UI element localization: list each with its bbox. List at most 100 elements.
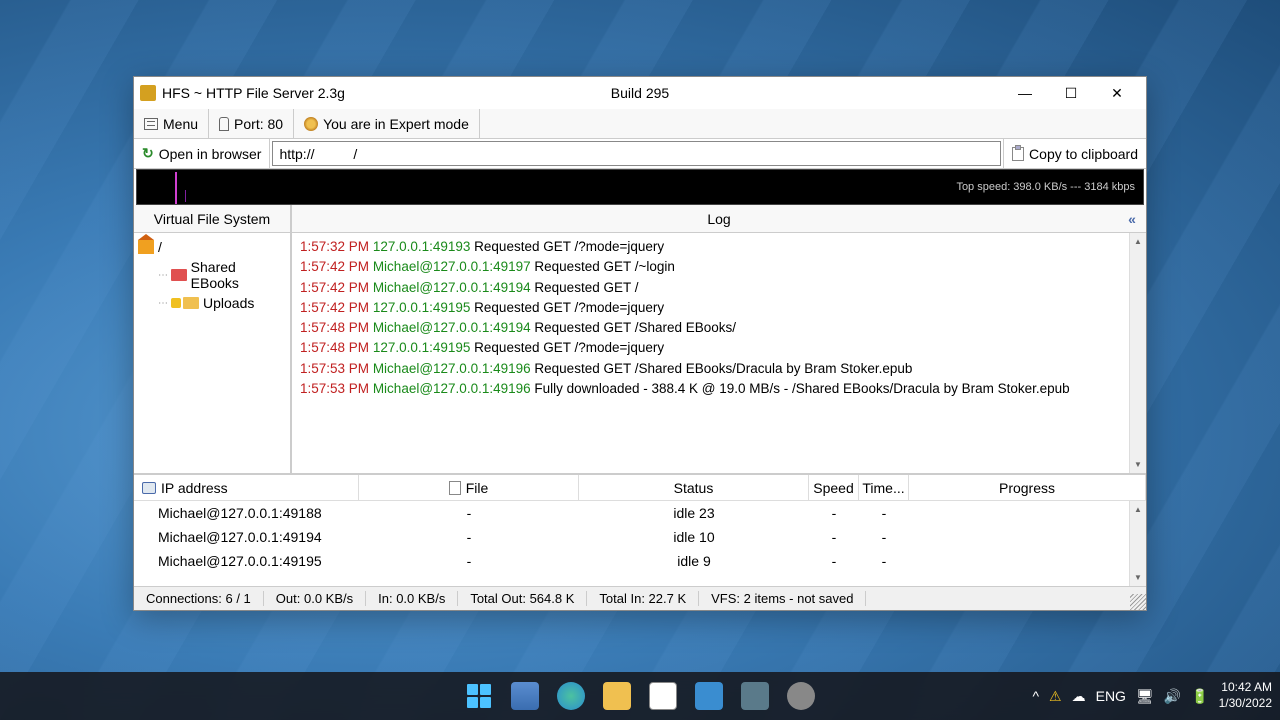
tray-network-icon[interactable]: 🖥 bbox=[1136, 688, 1154, 705]
tray-clock[interactable]: 10:42 AM 1/30/2022 bbox=[1219, 680, 1272, 711]
taskbar-app-hfs[interactable] bbox=[735, 676, 775, 716]
col-time[interactable]: Time... bbox=[859, 475, 909, 500]
vfs-item-shared-ebooks[interactable]: ⋯ Shared EBooks bbox=[138, 257, 286, 293]
tray-language[interactable]: ENG bbox=[1096, 688, 1126, 704]
status-vfs: VFS: 2 items - not saved bbox=[699, 591, 866, 606]
status-in: In: 0.0 KB/s bbox=[366, 591, 458, 606]
tray-onedrive-icon[interactable]: ⚠ bbox=[1049, 688, 1062, 705]
menu-button[interactable]: Menu bbox=[134, 109, 209, 138]
copy-clipboard-button[interactable]: Copy to clipboard bbox=[1003, 139, 1146, 168]
mode-button[interactable]: You are in Expert mode bbox=[294, 109, 480, 138]
url-bar: ↻ Open in browser Copy to clipboard bbox=[134, 139, 1146, 169]
hfs-window: HFS ~ HTTP File Server 2.3g Build 295 — … bbox=[133, 76, 1147, 611]
close-button[interactable]: ✕ bbox=[1094, 77, 1140, 109]
minimize-button[interactable]: — bbox=[1002, 77, 1048, 109]
connection-row[interactable]: Michael@127.0.0.1:49194-idle 10-- bbox=[134, 525, 1146, 549]
menu-icon bbox=[144, 118, 158, 130]
tray-volume-icon[interactable]: 🔊 bbox=[1164, 688, 1181, 705]
log-scrollbar[interactable] bbox=[1129, 233, 1146, 473]
connections-scrollbar[interactable] bbox=[1129, 501, 1146, 586]
connection-row[interactable]: Michael@127.0.0.1:49188-idle 23-- bbox=[134, 501, 1146, 525]
taskbar-app-mail[interactable] bbox=[689, 676, 729, 716]
taskbar-center bbox=[459, 676, 821, 716]
connections-panel: IP address File Status Speed Time... Pro… bbox=[134, 474, 1146, 586]
home-icon bbox=[138, 240, 154, 254]
connection-row[interactable]: Michael@127.0.0.1:49195-idle 9-- bbox=[134, 549, 1146, 573]
status-connections: Connections: 6 / 1 bbox=[134, 591, 264, 606]
log-header: Log « bbox=[292, 205, 1146, 233]
toolbar: Menu Port: 80 You are in Expert mode bbox=[134, 109, 1146, 139]
col-label: Status bbox=[674, 480, 714, 496]
log-content[interactable]: 1:57:32 PM 127.0.0.1:49193 Requested GET… bbox=[292, 233, 1146, 473]
graph-spike bbox=[185, 190, 186, 202]
col-label: Progress bbox=[999, 480, 1055, 496]
tray-date: 1/30/2022 bbox=[1219, 696, 1272, 712]
collapse-log-button[interactable]: « bbox=[1122, 209, 1142, 229]
log-line: 1:57:42 PM Michael@127.0.0.1:49197 Reque… bbox=[300, 257, 1138, 277]
col-file[interactable]: File bbox=[359, 475, 579, 500]
vfs-item-label: Uploads bbox=[203, 295, 254, 311]
log-line: 1:57:42 PM 127.0.0.1:49195 Requested GET… bbox=[300, 298, 1138, 318]
vfs-header: Virtual File System bbox=[134, 205, 290, 233]
col-status[interactable]: Status bbox=[579, 475, 809, 500]
log-panel: Log « 1:57:32 PM 127.0.0.1:49193 Request… bbox=[292, 205, 1146, 473]
status-out: Out: 0.0 KB/s bbox=[264, 591, 366, 606]
status-total-out: Total Out: 564.8 K bbox=[458, 591, 587, 606]
system-tray: ^ ⚠ ☁ ENG 🖥 🔊 🔋 10:42 AM 1/30/2022 bbox=[1032, 680, 1272, 711]
taskbar-app-taskview[interactable] bbox=[505, 676, 545, 716]
taskbar-app-store[interactable] bbox=[643, 676, 683, 716]
resize-grip[interactable] bbox=[1130, 594, 1146, 610]
port-label: Port: 80 bbox=[234, 116, 283, 132]
connections-rows[interactable]: Michael@127.0.0.1:49188-idle 23--Michael… bbox=[134, 501, 1146, 586]
taskbar-app-settings[interactable] bbox=[781, 676, 821, 716]
log-header-label: Log bbox=[707, 211, 730, 227]
windows-icon bbox=[467, 684, 491, 708]
col-label: Speed bbox=[813, 480, 853, 496]
vfs-root-label: / bbox=[158, 239, 162, 255]
tree-line-icon: ⋯ bbox=[158, 270, 167, 281]
port-icon bbox=[219, 117, 229, 131]
port-button[interactable]: Port: 80 bbox=[209, 109, 294, 138]
col-label: File bbox=[466, 480, 489, 496]
taskbar-app-edge[interactable] bbox=[551, 676, 591, 716]
open-browser-label: Open in browser bbox=[159, 146, 262, 162]
folder-icon bbox=[171, 269, 187, 281]
graph-readout: Top speed: 398.0 KB/s --- 3184 kbps bbox=[956, 181, 1135, 193]
copy-label: Copy to clipboard bbox=[1029, 146, 1138, 162]
app-icon bbox=[140, 85, 156, 101]
vfs-item-label: Shared EBooks bbox=[191, 259, 286, 291]
url-input[interactable] bbox=[272, 141, 1001, 166]
monitor-icon bbox=[142, 482, 156, 494]
maximize-button[interactable]: ☐ bbox=[1048, 77, 1094, 109]
tray-battery-icon[interactable]: 🔋 bbox=[1191, 688, 1208, 705]
col-label: IP address bbox=[161, 480, 228, 496]
col-speed[interactable]: Speed bbox=[809, 475, 859, 500]
vfs-root-item[interactable]: / bbox=[138, 237, 286, 257]
col-progress[interactable]: Progress bbox=[909, 475, 1146, 500]
taskbar-app-explorer[interactable] bbox=[597, 676, 637, 716]
connections-headers: IP address File Status Speed Time... Pro… bbox=[134, 475, 1146, 501]
log-line: 1:57:48 PM Michael@127.0.0.1:49194 Reque… bbox=[300, 318, 1138, 338]
status-bar: Connections: 6 / 1 Out: 0.0 KB/s In: 0.0… bbox=[134, 586, 1146, 610]
open-browser-button[interactable]: ↻ Open in browser bbox=[134, 139, 270, 168]
arrow-icon: ↻ bbox=[142, 145, 154, 162]
vfs-tree[interactable]: / ⋯ Shared EBooks ⋯ Uploads bbox=[134, 233, 290, 473]
tray-chevron-icon[interactable]: ^ bbox=[1032, 688, 1039, 704]
col-ip-address[interactable]: IP address bbox=[134, 475, 359, 500]
mode-label: You are in Expert mode bbox=[323, 116, 469, 132]
titlebar[interactable]: HFS ~ HTTP File Server 2.3g Build 295 — … bbox=[134, 77, 1146, 109]
tray-time: 10:42 AM bbox=[1219, 680, 1272, 696]
menu-label: Menu bbox=[163, 116, 198, 132]
file-icon bbox=[449, 481, 461, 495]
tree-line-icon: ⋯ bbox=[158, 298, 167, 309]
build-label: Build 295 bbox=[611, 85, 669, 101]
graph-spike bbox=[175, 172, 177, 204]
clipboard-icon bbox=[1012, 147, 1024, 161]
taskbar: ^ ⚠ ☁ ENG 🖥 🔊 🔋 10:42 AM 1/30/2022 bbox=[0, 672, 1280, 720]
status-total-in: Total In: 22.7 K bbox=[587, 591, 699, 606]
log-line: 1:57:53 PM Michael@127.0.0.1:49196 Fully… bbox=[300, 379, 1138, 399]
tray-weather-icon[interactable]: ☁ bbox=[1072, 688, 1086, 705]
start-button[interactable] bbox=[459, 676, 499, 716]
speed-graph[interactable]: Top speed: 398.0 KB/s --- 3184 kbps bbox=[136, 169, 1144, 205]
vfs-item-uploads[interactable]: ⋯ Uploads bbox=[138, 293, 286, 313]
